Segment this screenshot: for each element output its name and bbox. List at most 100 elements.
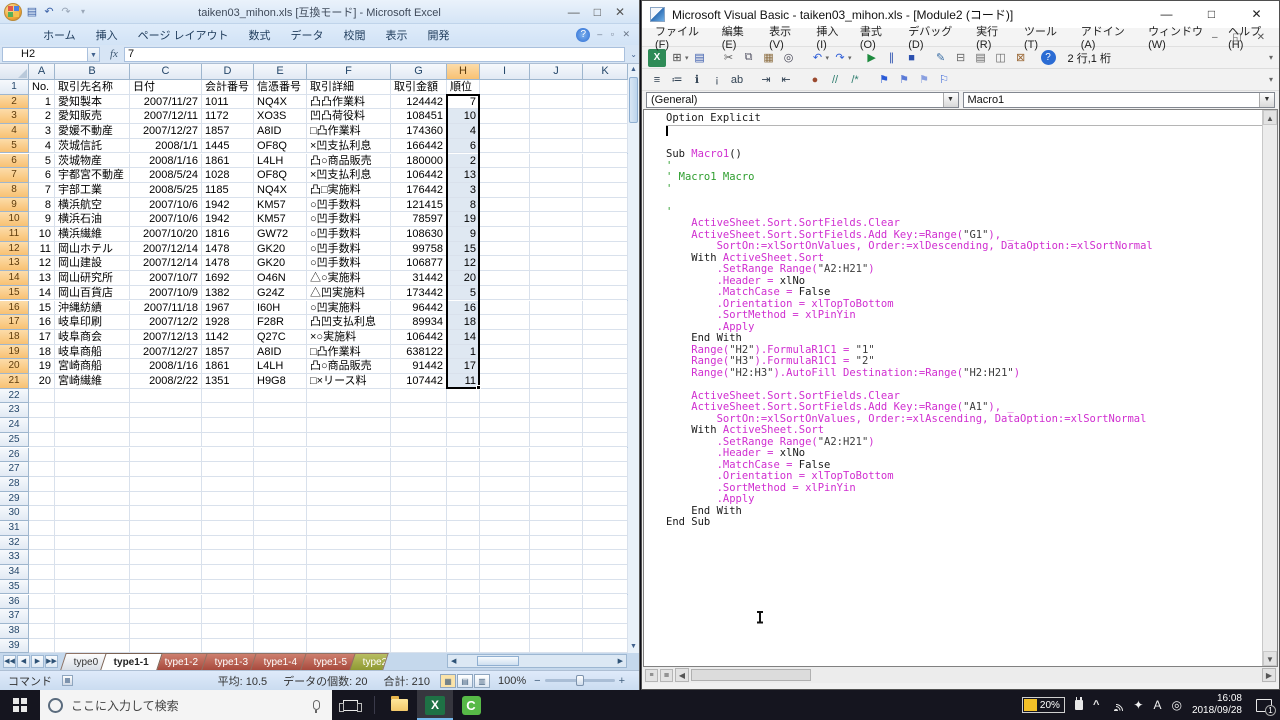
cell-I28[interactable] [480, 476, 530, 492]
cell-G29[interactable] [391, 491, 447, 507]
cell-J34[interactable] [530, 565, 583, 580]
cell-F1[interactable]: 取引詳細 [307, 80, 391, 95]
zoom-slider-knob[interactable] [575, 675, 584, 686]
cell-G10[interactable]: 78597 [391, 212, 447, 227]
cell-H33[interactable] [447, 550, 480, 566]
row-header-17[interactable]: 17 [0, 315, 29, 330]
column-header-D[interactable]: D [202, 64, 254, 80]
cell-F36[interactable] [307, 594, 391, 610]
procedure-view-icon[interactable]: ≡ [645, 668, 658, 682]
cell-E17[interactable]: F28R [254, 315, 307, 330]
cell-G17[interactable]: 89934 [391, 315, 447, 330]
row-header-13[interactable]: 13 [0, 256, 29, 272]
cell-K36[interactable] [583, 594, 628, 610]
cell-B28[interactable] [55, 476, 130, 492]
cell-G12[interactable]: 99758 [391, 241, 447, 257]
cell-D9[interactable]: 1942 [202, 197, 254, 213]
row-header-10[interactable]: 10 [0, 212, 29, 227]
row-header-39[interactable]: 39 [0, 638, 29, 653]
scroll-down-icon[interactable]: ▼ [1263, 651, 1277, 666]
cell-D38[interactable] [202, 623, 254, 639]
office-button-icon[interactable] [4, 2, 22, 21]
cell-F11[interactable]: ○凹手数料 [307, 227, 391, 242]
cell-K8[interactable] [583, 182, 628, 198]
cell-H37[interactable] [447, 609, 480, 624]
cell-F22[interactable] [307, 388, 391, 404]
cell-D34[interactable] [202, 565, 254, 580]
row-header-22[interactable]: 22 [0, 388, 29, 404]
column-header-B[interactable]: B [55, 64, 130, 80]
cell-G24[interactable] [391, 418, 447, 433]
zoom-out-icon[interactable]: − [534, 675, 540, 687]
cell-C10[interactable]: 2007/10/6 [130, 212, 202, 227]
row-header-7[interactable]: 7 [0, 168, 29, 183]
grid-vertical-scrollbar[interactable]: ▲ ▼ [627, 64, 639, 653]
cell-H38[interactable] [447, 623, 480, 639]
cell-E21[interactable]: H9G8 [254, 374, 307, 389]
cell-A14[interactable]: 13 [29, 271, 55, 286]
cell-B22[interactable] [55, 388, 130, 404]
cell-H7[interactable]: 13 [447, 168, 480, 183]
cell-A13[interactable]: 12 [29, 256, 55, 272]
menu-編集(E)[interactable]: 編集(E) [715, 22, 762, 52]
dropbox-icon[interactable]: ✦ [1133, 698, 1143, 712]
cell-F28[interactable] [307, 476, 391, 492]
cell-J39[interactable] [530, 638, 583, 653]
scrollbar-thumb[interactable] [691, 669, 811, 681]
cell-K31[interactable] [583, 521, 628, 536]
cell-E39[interactable] [254, 638, 307, 653]
cell-F23[interactable] [307, 403, 391, 419]
cell-E29[interactable] [254, 491, 307, 507]
cell-K29[interactable] [583, 491, 628, 507]
cell-K4[interactable] [583, 124, 628, 139]
cell-K32[interactable] [583, 535, 628, 551]
cell-G35[interactable] [391, 579, 447, 595]
cell-C33[interactable] [130, 550, 202, 566]
cell-D29[interactable] [202, 491, 254, 507]
toggle-bookmark-icon[interactable]: ⚑ [875, 71, 893, 89]
code-line-7[interactable]: ' [666, 183, 1262, 196]
cell-K30[interactable] [583, 506, 628, 521]
cell-A31[interactable] [29, 521, 55, 536]
column-header-K[interactable]: K [583, 64, 628, 80]
cell-F3[interactable]: 凹凸荷役料 [307, 109, 391, 125]
cell-I26[interactable] [480, 447, 530, 463]
cell-A16[interactable]: 15 [29, 300, 55, 316]
cell-K25[interactable] [583, 432, 628, 448]
row-header-3[interactable]: 3 [0, 109, 29, 125]
cell-A38[interactable] [29, 623, 55, 639]
cell-J6[interactable] [530, 153, 583, 169]
row-header-29[interactable]: 29 [0, 491, 29, 507]
cell-J29[interactable] [530, 491, 583, 507]
cell-E7[interactable]: OF8Q [254, 168, 307, 183]
cell-E20[interactable]: L4LH [254, 359, 307, 374]
cell-B12[interactable]: 岡山ホテル [55, 241, 130, 257]
cell-F9[interactable]: ○凹手数料 [307, 197, 391, 213]
cell-I3[interactable] [480, 109, 530, 125]
cell-G20[interactable]: 91442 [391, 359, 447, 374]
cell-B31[interactable] [55, 521, 130, 536]
row-header-31[interactable]: 31 [0, 521, 29, 536]
wifi-icon[interactable] [1109, 700, 1124, 711]
cell-E12[interactable]: GK20 [254, 241, 307, 257]
cell-E33[interactable] [254, 550, 307, 566]
cell-F39[interactable] [307, 638, 391, 653]
redo-icon-dropdown[interactable]: ▾ [848, 54, 852, 62]
ribbon-tab-データ[interactable]: データ [282, 25, 333, 45]
scroll-left-icon[interactable]: ◀ [448, 657, 459, 665]
cell-I5[interactable] [480, 138, 530, 154]
cell-J18[interactable] [530, 329, 583, 345]
quick-info-icon[interactable]: ℹ [688, 71, 706, 89]
cell-D1[interactable]: 会計番号 [202, 80, 254, 95]
cell-G36[interactable] [391, 594, 447, 610]
cell-A26[interactable] [29, 447, 55, 463]
cell-G34[interactable] [391, 565, 447, 580]
insert-function-icon[interactable]: fx [110, 48, 118, 60]
cell-H4[interactable]: 4 [447, 124, 480, 139]
cell-I31[interactable] [480, 521, 530, 536]
cell-H9[interactable]: 8 [447, 197, 480, 213]
cell-D11[interactable]: 1816 [202, 227, 254, 242]
cell-C35[interactable] [130, 579, 202, 595]
close-icon[interactable]: ✕ [615, 5, 625, 19]
cell-E34[interactable] [254, 565, 307, 580]
